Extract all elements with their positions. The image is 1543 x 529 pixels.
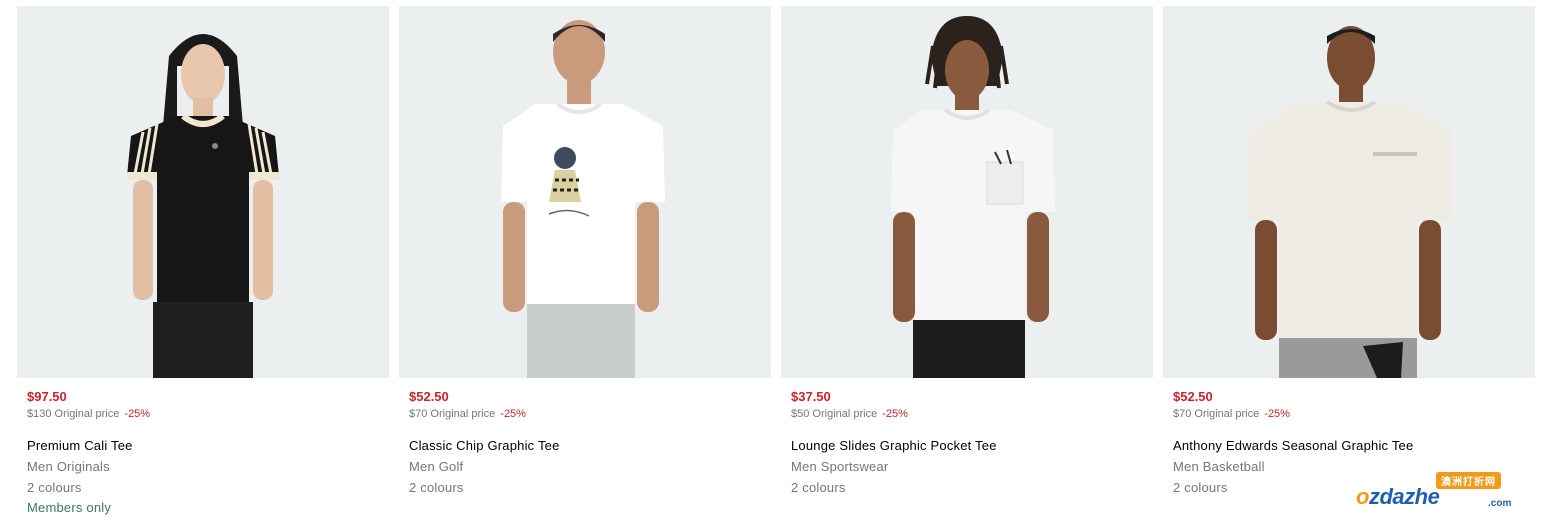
product-title[interactable]: Classic Chip Graphic Tee (409, 437, 761, 455)
product-title[interactable]: Premium Cali Tee (27, 437, 379, 455)
product-image[interactable] (1163, 6, 1535, 378)
colour-count: 2 colours (27, 480, 82, 495)
members-only-label: Members only (27, 500, 112, 515)
sale-price: $52.50 (409, 389, 449, 404)
product-category: Men Sportswear (791, 459, 889, 474)
watermark-badge: 澳洲打折网 (1436, 472, 1501, 489)
watermark-wordmark: ozdazhe (1356, 484, 1440, 510)
product-image[interactable] (781, 6, 1153, 378)
discount-badge: -25% (1264, 408, 1290, 420)
sale-price: $37.50 (791, 389, 831, 404)
watermark-name: zdazhe (1368, 484, 1440, 509)
site-watermark-logo: 澳洲打折网 ozdazhe .com (1356, 470, 1526, 522)
product-image[interactable] (399, 6, 771, 378)
product-card[interactable]: $52.50 $70 Original price -25% Anthony E… (1163, 6, 1535, 526)
product-card[interactable]: $52.50 $70 Original price -25% Classic C… (399, 6, 771, 526)
product-card[interactable]: $37.50 $50 Original price -25% Lounge Sl… (781, 6, 1153, 526)
product-category: Men Originals (27, 459, 110, 474)
model-in-black-tee-illustration (127, 34, 279, 378)
product-title[interactable]: Anthony Edwards Seasonal Graphic Tee (1173, 437, 1525, 455)
discount-badge: -25% (882, 408, 908, 420)
colour-count: 2 colours (409, 480, 464, 495)
model-in-white-graphic-tee-illustration (501, 20, 665, 378)
original-price: $70 Original price (1173, 408, 1260, 420)
watermark-domain: .com (1488, 498, 1512, 509)
original-price: $130 Original price (27, 408, 120, 420)
original-price: $50 Original price (791, 408, 878, 420)
product-card[interactable]: $97.50 $130 Original price -25% Premium … (17, 6, 389, 526)
model-in-off-white-tee-illustration (1247, 26, 1453, 378)
colour-count: 2 colours (791, 480, 846, 495)
product-image[interactable] (17, 6, 389, 378)
watermark-o: o (1356, 484, 1369, 509)
product-category: Men Golf (409, 459, 464, 474)
discount-badge: -25% (124, 408, 151, 420)
original-price-row: $70 Original price -25% (1173, 407, 1525, 422)
original-price-row: $50 Original price -25% (791, 407, 1143, 422)
product-grid: $97.50 $130 Original price -25% Premium … (0, 0, 1543, 529)
discount-badge: -25% (500, 408, 526, 420)
original-price-row: $130 Original price -25% (27, 407, 379, 422)
product-title[interactable]: Lounge Slides Graphic Pocket Tee (791, 437, 1143, 455)
original-price-row: $70 Original price -25% (409, 407, 761, 422)
sale-price: $52.50 (1173, 389, 1213, 404)
model-in-white-pocket-tee-illustration (891, 16, 1055, 378)
original-price: $70 Original price (409, 408, 496, 420)
sale-price: $97.50 (27, 389, 67, 404)
